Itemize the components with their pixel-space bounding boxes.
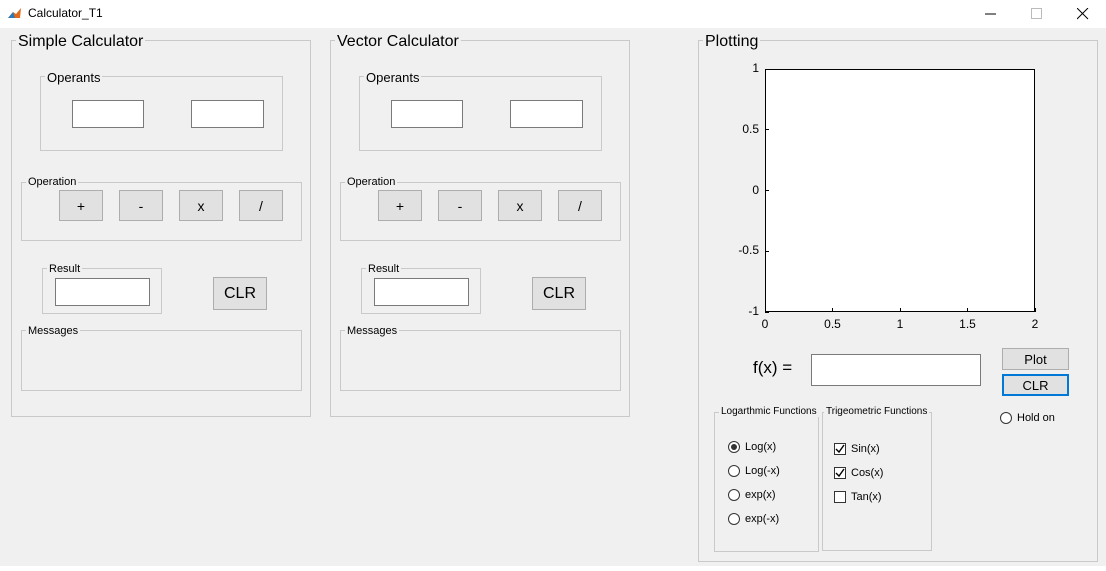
vector-operation-label: Operation (345, 176, 398, 188)
simple-messages-label: Messages (26, 325, 81, 337)
checkmark-icon (835, 444, 845, 454)
trig-functions-group (822, 412, 932, 551)
y-tick-label: 1 (752, 61, 759, 75)
simple-operands-label: Operants (45, 70, 103, 85)
plot-axes[interactable] (765, 69, 1035, 312)
y-tick-label: 0 (752, 182, 759, 197)
plot-button[interactable]: Plot (1002, 348, 1069, 370)
close-icon (1077, 8, 1089, 20)
minimize-button[interactable] (968, 0, 1014, 28)
x-tick-label: 1 (896, 317, 904, 331)
hold-on-label: Hold on (1017, 412, 1055, 424)
simple-add-button[interactable]: + (59, 190, 103, 221)
plot-clear-button[interactable]: CLR (1002, 374, 1069, 396)
y-tick-mark (765, 311, 769, 313)
close-button[interactable] (1060, 0, 1106, 28)
x-tick-label: 1.5 (959, 317, 976, 331)
y-tick-label: 0.5 (742, 121, 759, 136)
x-tick-mark (899, 308, 901, 312)
hold-on-radio[interactable] (1000, 412, 1012, 424)
plotting-title: Plotting (703, 33, 761, 51)
vector-add-button[interactable]: + (378, 190, 422, 221)
trig-option-label: Cos(x) (851, 467, 884, 479)
vector-messages-group (340, 330, 621, 391)
y-tick-mark (765, 190, 769, 191)
y-tick-label: -0.5 (738, 243, 759, 258)
title-bar (0, 0, 1106, 28)
x-tick-label: 0.5 (824, 317, 841, 331)
maximize-button[interactable] (1014, 0, 1060, 28)
vector-operand-2-input[interactable] (510, 100, 583, 128)
vector-multiply-button[interactable]: x (498, 190, 542, 221)
bottom-strip (0, 566, 1106, 571)
simple-result-field (55, 278, 150, 306)
y-tick-label: -1 (748, 304, 759, 318)
trig-functions-title: Trigeometric Functions (824, 406, 930, 417)
minimize-icon (985, 13, 996, 15)
maximize-icon (1031, 8, 1042, 19)
y-tick-mark (765, 129, 769, 131)
vector-messages-label: Messages (345, 325, 400, 337)
simple-divide-button[interactable]: / (239, 190, 283, 221)
log-option-radio[interactable] (728, 465, 740, 477)
checkmark-icon (835, 468, 845, 478)
simple-result-label: Result (47, 263, 83, 275)
vector-operand-1-input[interactable] (391, 100, 463, 128)
vector-divide-button[interactable]: / (558, 190, 602, 221)
simple-operand-2-input[interactable] (191, 100, 264, 128)
trig-option-checkbox[interactable] (834, 467, 846, 479)
log-option-label: exp(-x) (745, 513, 780, 525)
trig-option-label: Tan(x) (851, 491, 882, 503)
simple-messages-group (21, 330, 302, 391)
log-option-radio[interactable] (728, 489, 740, 501)
trig-option-checkbox[interactable] (834, 491, 846, 503)
fx-label: f(x) = (753, 358, 793, 377)
matlab-app-icon (7, 6, 22, 21)
log-option-label: exp(x) (745, 489, 776, 501)
log-option-radio[interactable] (728, 441, 740, 453)
vector-operands-label: Operants (364, 70, 422, 85)
simple-multiply-button[interactable]: x (179, 190, 223, 221)
vector-calculator-title: Vector Calculator (335, 33, 461, 51)
vector-subtract-button[interactable]: - (438, 190, 482, 221)
simple-clear-button[interactable]: CLR (213, 277, 267, 310)
vector-result-label: Result (366, 263, 402, 275)
fx-input[interactable] (811, 354, 981, 386)
log-option-radio[interactable] (728, 513, 740, 525)
trig-option-checkbox[interactable] (834, 443, 846, 455)
y-tick-mark (765, 250, 769, 252)
log-option-label: Log(-x) (745, 465, 780, 477)
x-tick-mark (1034, 308, 1036, 312)
simple-operand-1-input[interactable] (72, 100, 144, 128)
vector-clear-button[interactable]: CLR (532, 277, 586, 310)
log-functions-title: Logarthmic Functions (719, 406, 819, 417)
simple-operation-label: Operation (26, 176, 79, 188)
log-option-label: Log(x) (745, 441, 777, 453)
trig-option-label: Sin(x) (851, 443, 880, 455)
simple-calculator-title: Simple Calculator (16, 33, 146, 51)
simple-subtract-button[interactable]: - (119, 190, 163, 221)
vector-result-field (374, 278, 469, 306)
y-tick-mark (765, 68, 769, 70)
window-title: Calculator_T1 (28, 6, 103, 20)
log-functions-group (714, 412, 819, 552)
x-tick-mark (832, 308, 833, 312)
x-tick-label: 0 (761, 317, 769, 331)
x-tick-label: 2 (1031, 317, 1039, 331)
x-tick-mark (967, 308, 968, 312)
